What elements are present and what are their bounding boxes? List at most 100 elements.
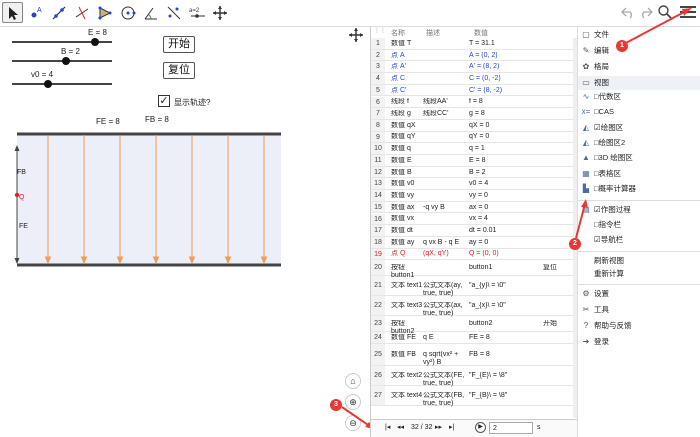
graphics-view[interactable]: E = 8 B = 2 v0 = 4 开始 复位 ✓ 显示轨迹? FE = 8 … [0, 27, 370, 437]
menu-bottom-3[interactable]: ➜ 登录 [578, 335, 700, 349]
header-name: 名称 [391, 30, 405, 37]
row-value: g = 8 [469, 110, 485, 118]
nav-last-icon[interactable]: ▸| [449, 423, 454, 431]
protocol-row[interactable]: 16 数值 vx vx = 4 [371, 213, 577, 226]
protocol-row[interactable]: 14 数值 vy vy = 0 [371, 190, 577, 202]
protocol-row[interactable]: 7 线段 g 线段CC' g = 8 [371, 108, 577, 120]
view-item-1[interactable]: x= □CAS [578, 106, 700, 118]
point-tool-icon[interactable]: A [25, 2, 46, 23]
view-item-6[interactable]: ▙ □概率计算器 [578, 183, 700, 195]
row-name: 点 C' [391, 86, 407, 94]
protocol-row[interactable]: 23 按钮 button2 button2 开始 [371, 316, 577, 335]
menu-item-3-label: 视图 [594, 78, 609, 87]
slider-tool-icon[interactable]: a=2 [186, 2, 207, 23]
row-number: 7 [371, 108, 385, 119]
nav-play-icon[interactable]: ▶ [475, 422, 486, 433]
protocol-row[interactable]: 9 数值 qY qY = 0 [371, 131, 577, 144]
protocol-row[interactable]: 13 数值 v0 v0 = 4 [371, 178, 577, 191]
protocol-row[interactable]: 19 点 Q (qX, qY) Q = (0, 0) [371, 248, 577, 261]
view-item-3[interactable]: ◭ □绘图区2 [578, 137, 700, 149]
menu-divider [578, 251, 700, 253]
row-value: C' = (8, -2) [469, 86, 503, 94]
svg-text:A: A [37, 7, 42, 14]
view-item-4-label: □3D 绘图区 [594, 153, 633, 163]
row-name: 数值 ax [391, 203, 415, 211]
row-name: 线段 g [391, 110, 411, 118]
move-graphics-view-icon[interactable] [348, 27, 364, 48]
row-value: "a_{y}\ = \0" [469, 282, 506, 290]
charge-q-label: Q [19, 194, 25, 201]
circle-tool-icon[interactable] [117, 2, 138, 23]
row-number: 3 [371, 61, 385, 73]
menu-bottom-2[interactable]: ? 帮助与反馈 [578, 319, 700, 333]
row-description: (qX, qY) [423, 250, 449, 258]
perpendicular-tool-icon[interactable] [71, 2, 92, 23]
view-item2-1[interactable]: □指令栏 [578, 219, 700, 231]
protocol-row[interactable]: 6 线段 f 线段AA' f = 8 [371, 96, 577, 109]
nav-speed-input[interactable]: 2 [489, 422, 533, 434]
menu-item-3[interactable]: ▭ 视图 [578, 76, 700, 90]
view-item2-0[interactable]: ▤ ☑作图过程 [578, 204, 700, 216]
protocol-row[interactable]: 15 数值 ax -q vy B ax = 0 [371, 201, 577, 214]
view-item-0[interactable]: ∿ □代数区 [578, 91, 700, 103]
view-item-5[interactable]: ▦ □表格区 [578, 168, 700, 180]
view-item-2[interactable]: ◭ ☑绘图区 [578, 122, 700, 134]
nav-first-icon[interactable]: |◂ [385, 423, 390, 431]
view-action-0[interactable]: 刷新视图 [578, 255, 700, 267]
protocol-row[interactable]: 1 数值 T T = 31.1 [371, 38, 577, 50]
menu-item-2[interactable]: ✿ 格局 [578, 60, 700, 74]
row-number: 17 [371, 225, 385, 236]
menu-bottom-0[interactable]: ⚙ 设置 [578, 287, 700, 301]
protocol-row[interactable]: 10 数值 q q = 1 [371, 143, 577, 155]
header-toggle[interactable]: ⋮⋮ [374, 27, 386, 34]
nav-prev-icon[interactable]: ◂◂ [397, 423, 404, 431]
polygon-tool-icon[interactable] [94, 2, 115, 23]
menu-bottom-1[interactable]: ✂ 工具 [578, 303, 700, 317]
protocol-row[interactable]: 22 文本 text3 公式文本(ax, true, true) "a_{x}\ = … [371, 296, 577, 317]
graphics-icon: ◭ [582, 122, 590, 132]
view-item-4[interactable]: ▲ □3D 绘图区 [578, 152, 700, 164]
protocol-row[interactable]: 24 数值 FE q E FE = 8 [371, 332, 577, 344]
row-name: 数值 FB [391, 351, 416, 358]
move-view-tool-icon[interactable] [209, 2, 230, 23]
protocol-row[interactable]: 25 数值 FB q sqrt(vx² + vy²) B FB = 8 [371, 344, 577, 366]
protocol-row[interactable]: 17 数值 dt dt = 0.01 [371, 225, 577, 237]
row-name: 数值 v0 [391, 180, 415, 188]
reflect-tool-icon[interactable] [163, 2, 184, 23]
view-item2-1-label: □指令栏 [594, 220, 622, 230]
protocol-row[interactable]: 27 文本 text4 公式文本(FB, true, true) "F_{B}\ = … [371, 386, 577, 407]
protocol-row[interactable]: 2 点 A A = (0, 2) [371, 49, 577, 62]
line-tool-icon[interactable] [48, 2, 69, 23]
row-number: 21 [371, 276, 385, 296]
row-name: 数值 q [391, 145, 411, 153]
row-number: 4 [371, 73, 385, 84]
row-value: vy = 0 [469, 191, 488, 199]
navigation-bar: |◂ ◂◂ 32 / 32 ▸▸ ▸| ▶ 2 s [371, 419, 577, 437]
protocol-row[interactable]: 3 点 A' A' = (8, 2) [371, 61, 577, 74]
row-description: 公式文本(FB, true, true) [423, 392, 465, 407]
protocol-row[interactable]: 4 点 C C = (0, -2) [371, 73, 577, 85]
move-tool-icon[interactable] [2, 2, 23, 23]
probability-icon: ▙ [582, 183, 590, 193]
row-number: 5 [371, 84, 385, 96]
view-action-1[interactable]: 重新计算 [578, 268, 700, 280]
protocol-row[interactable]: 20 按钮 button1 button1 复位 [371, 260, 577, 279]
protocol-row[interactable]: 21 文本 text1 公式文本(ay, true, true) "a_{y}\ = … [371, 276, 577, 297]
menu-item-2-label: 格局 [594, 62, 609, 71]
protocol-row[interactable]: 12 数值 B B = 2 [371, 166, 577, 179]
row-value: FB = 8 [469, 351, 490, 358]
view-item2-2-label: ☑导航栏 [594, 235, 624, 245]
protocol-row[interactable]: 11 数值 E E = 8 [371, 155, 577, 167]
row-number: 9 [371, 131, 385, 143]
nav-next-icon[interactable]: ▸▸ [435, 423, 442, 431]
menu-item-0-label: 文件 [594, 30, 609, 39]
angle-tool-icon[interactable] [140, 2, 161, 23]
view-item2-2[interactable]: ☑导航栏 [578, 234, 700, 246]
protocol-row[interactable]: 5 点 C' C' = (8, -2) [371, 84, 577, 97]
protocol-row[interactable]: 26 文本 text2 公式文本(FE, true, true) "F_{E}\ = … [371, 366, 577, 387]
help-icon: ? [583, 321, 589, 331]
home-icon[interactable]: ⌂ [345, 373, 361, 389]
protocol-row[interactable]: 18 数值 ay q vx B - q E ay = 0 [371, 236, 577, 249]
row-value: qX = 0 [469, 121, 490, 129]
protocol-row[interactable]: 8 数值 qX qX = 0 [371, 119, 577, 132]
